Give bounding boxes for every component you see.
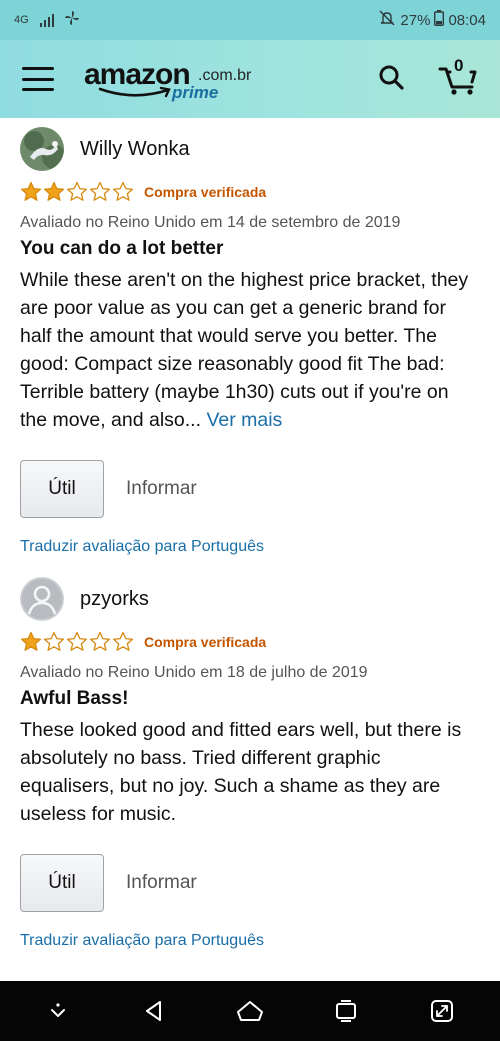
review-text: While these aren't on the highest price …	[20, 269, 469, 431]
fan-icon	[64, 10, 80, 30]
search-icon[interactable]	[378, 64, 404, 95]
verified-purchase-badge: Compra verificada	[144, 634, 267, 650]
rating-row: Compra verificada	[20, 630, 480, 654]
reviewer-row: pzyorks	[20, 568, 480, 630]
avatar[interactable]	[20, 127, 64, 171]
review-actions: Útil Informar	[20, 854, 480, 912]
reviewer-name[interactable]: Willy Wonka	[80, 138, 190, 161]
review-card: pzyorks Compra verificada Avaliado no Re…	[0, 568, 500, 950]
star-empty-icon	[66, 631, 88, 651]
star-filled-icon	[20, 631, 42, 651]
expand-icon[interactable]	[422, 991, 462, 1031]
network-type: 4G	[14, 14, 29, 26]
star-rating	[20, 181, 134, 203]
star-empty-icon	[89, 181, 111, 201]
signal-icon	[40, 13, 54, 27]
review-actions: Útil Informar	[20, 460, 480, 518]
hamburger-menu-icon[interactable]	[22, 67, 54, 91]
star-rating	[20, 631, 134, 653]
read-more-link[interactable]: Ver mais	[206, 409, 282, 431]
reviewer-name[interactable]: pzyorks	[80, 588, 149, 611]
home-icon[interactable]	[230, 991, 270, 1031]
report-link[interactable]: Informar	[126, 478, 197, 500]
cart-button[interactable]: 0	[438, 56, 478, 95]
star-empty-icon	[112, 631, 134, 651]
reviewer-row: Willy Wonka	[20, 118, 480, 180]
helpful-button[interactable]: Útil	[20, 854, 104, 912]
review-title: You can do a lot better	[20, 238, 224, 259]
review-date: Avaliado no Reino Unido em 18 de julho d…	[20, 664, 368, 681]
star-empty-icon	[89, 631, 111, 651]
clock: 08:04	[448, 11, 486, 29]
review-card: Willy Wonka Compra verificada Avaliado n…	[0, 118, 500, 556]
star-filled-icon	[20, 181, 42, 201]
chevron-down-icon[interactable]	[38, 991, 78, 1031]
back-icon[interactable]	[134, 991, 174, 1031]
rating-row: Compra verificada	[20, 180, 480, 204]
review-list: Willy Wonka Compra verificada Avaliado n…	[0, 118, 500, 950]
review-title: Awful Bass!	[20, 688, 129, 709]
smile-arrow-icon	[98, 86, 171, 98]
report-link[interactable]: Informar	[126, 872, 197, 894]
star-empty-icon	[66, 181, 88, 201]
amazon-prime-logo[interactable]: amazon .com.br prime	[84, 56, 254, 102]
recents-icon[interactable]	[326, 991, 366, 1031]
translate-review-link[interactable]: Traduzir avaliação para Português	[20, 932, 480, 950]
star-empty-icon	[43, 631, 65, 651]
star-filled-icon	[43, 181, 65, 201]
system-nav-bar	[0, 981, 500, 1041]
status-bar: 4G 27% 08:04	[0, 0, 500, 40]
helpful-button[interactable]: Útil	[20, 460, 104, 518]
review-body: These looked good and fitted ears well, …	[20, 719, 462, 825]
avatar[interactable]	[20, 577, 64, 621]
review-body: While these aren't on the highest price …	[20, 266, 480, 434]
cart-count: 0	[454, 56, 464, 75]
battery-level: 27%	[400, 11, 431, 29]
app-header: amazon .com.br prime 0	[0, 40, 500, 118]
mute-icon	[378, 10, 396, 30]
verified-purchase-badge: Compra verificada	[144, 184, 267, 200]
battery-icon	[434, 10, 445, 30]
star-empty-icon	[112, 181, 134, 201]
review-date: Avaliado no Reino Unido em 14 de setembr…	[20, 214, 401, 231]
translate-review-link[interactable]: Traduzir avaliação para Português	[20, 538, 480, 556]
